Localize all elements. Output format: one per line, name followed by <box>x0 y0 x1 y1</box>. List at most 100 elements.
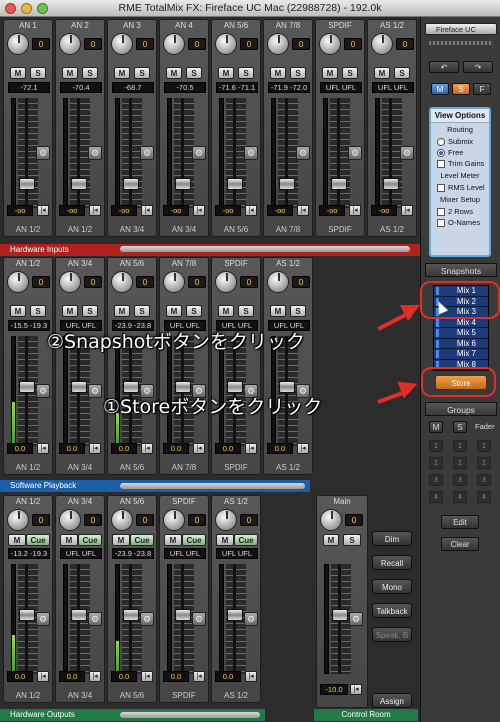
redo-button[interactable]: ↷ <box>463 61 493 73</box>
group-slot[interactable]: 4 <box>453 491 467 503</box>
gain-knob[interactable] <box>163 33 185 55</box>
skip-icon[interactable]: |◂ <box>193 671 205 682</box>
gain-knob[interactable] <box>59 271 81 293</box>
msf-f-button[interactable]: F <box>473 83 491 95</box>
skip-icon[interactable]: |◂ <box>37 671 49 682</box>
main-fader-handle[interactable] <box>332 609 348 621</box>
main-skip-icon[interactable]: |◂ <box>350 684 362 695</box>
gain-value[interactable]: 0 <box>240 514 258 526</box>
solo-button[interactable]: S <box>290 67 306 79</box>
control-room-button[interactable]: Recall <box>372 555 412 570</box>
snapshot-item[interactable]: Mix 7 <box>434 349 488 360</box>
mute-button[interactable]: M <box>114 67 130 79</box>
fader-handle[interactable] <box>71 609 87 621</box>
gain-knob[interactable] <box>59 33 81 55</box>
solo-button[interactable]: S <box>238 67 254 79</box>
group-slot[interactable]: 4 <box>429 491 443 503</box>
settings-icon[interactable]: ⚙ <box>36 612 50 626</box>
solo-button[interactable]: S <box>186 67 202 79</box>
snapshots-header[interactable]: Snapshots <box>425 263 497 277</box>
gain-value[interactable]: 0 <box>292 276 310 288</box>
mute-button[interactable]: M <box>270 67 286 79</box>
fader-handle[interactable] <box>123 609 139 621</box>
mute-button[interactable]: M <box>218 67 234 79</box>
mute-button[interactable]: M <box>10 305 26 317</box>
solo-button[interactable]: S <box>134 305 150 317</box>
settings-icon[interactable]: ⚙ <box>140 146 154 160</box>
gain-value[interactable]: 0 <box>292 38 310 50</box>
gain-knob[interactable] <box>215 509 237 531</box>
fader-handle[interactable] <box>279 178 295 190</box>
gain-value[interactable]: 0 <box>136 276 154 288</box>
mute-button[interactable]: M <box>164 534 182 546</box>
skip-icon[interactable]: |◂ <box>89 205 101 216</box>
mute-button[interactable]: M <box>374 67 390 79</box>
submix-option[interactable]: Submix <box>431 136 489 147</box>
mute-button[interactable]: M <box>112 534 130 546</box>
gain-value[interactable]: 0 <box>136 514 154 526</box>
main-gain-value[interactable]: 0 <box>345 514 363 526</box>
skip-icon[interactable]: |◂ <box>141 205 153 216</box>
skip-icon[interactable]: |◂ <box>89 671 101 682</box>
skip-icon[interactable]: |◂ <box>245 205 257 216</box>
skip-icon[interactable]: |◂ <box>141 671 153 682</box>
solo-button[interactable]: S <box>290 305 306 317</box>
group-slot[interactable]: 3 <box>453 474 467 486</box>
snapshot-item[interactable]: Mix 6 <box>434 338 488 349</box>
gain-value[interactable]: 0 <box>240 38 258 50</box>
cue-button[interactable]: Cue <box>130 534 154 546</box>
fader-handle[interactable] <box>175 178 191 190</box>
skip-icon[interactable]: |◂ <box>297 443 309 454</box>
group-slot[interactable]: 2 <box>453 457 467 469</box>
mute-button[interactable]: M <box>322 67 338 79</box>
solo-button[interactable]: S <box>238 305 254 317</box>
fader-handle[interactable] <box>19 178 35 190</box>
trim-gains-option[interactable]: Trim Gains <box>431 158 489 169</box>
cue-button[interactable]: Cue <box>26 534 50 546</box>
solo-button[interactable]: S <box>186 305 202 317</box>
mute-button[interactable]: M <box>62 67 78 79</box>
mute-button[interactable]: M <box>166 305 182 317</box>
main-volume-knob[interactable] <box>320 509 342 531</box>
gain-knob[interactable] <box>319 33 341 55</box>
skip-icon[interactable]: |◂ <box>401 205 413 216</box>
gain-knob[interactable] <box>163 271 185 293</box>
skip-icon[interactable]: |◂ <box>193 443 205 454</box>
gain-value[interactable]: 0 <box>32 38 50 50</box>
mute-button[interactable]: M <box>270 305 286 317</box>
fader-handle[interactable] <box>71 178 87 190</box>
control-room-button[interactable]: Mono <box>372 579 412 594</box>
gain-knob[interactable] <box>7 509 29 531</box>
gain-value[interactable]: 0 <box>188 514 206 526</box>
gain-knob[interactable] <box>371 33 393 55</box>
group-slot[interactable]: 3 <box>429 474 443 486</box>
main-settings-icon[interactable]: ⚙ <box>349 612 363 626</box>
control-room-button[interactable]: Assign <box>372 693 412 708</box>
gain-value[interactable]: 0 <box>188 38 206 50</box>
fader-handle[interactable] <box>71 381 87 393</box>
device-select[interactable]: Fireface UC <box>425 23 497 35</box>
groups-edit-button[interactable]: Edit <box>441 515 479 529</box>
settings-icon[interactable]: ⚙ <box>244 146 258 160</box>
group-slot[interactable]: 2 <box>477 457 491 469</box>
msf-m-button[interactable]: M <box>431 83 449 95</box>
onames-option[interactable]: O-Names <box>431 217 489 228</box>
gain-knob[interactable] <box>111 33 133 55</box>
mute-button[interactable]: M <box>62 305 78 317</box>
inputs-scrollbar[interactable] <box>120 246 410 252</box>
settings-icon[interactable]: ⚙ <box>36 384 50 398</box>
settings-icon[interactable]: ⚙ <box>244 612 258 626</box>
skip-icon[interactable]: |◂ <box>245 671 257 682</box>
gain-value[interactable]: 0 <box>136 38 154 50</box>
gain-knob[interactable] <box>267 33 289 55</box>
msf-s-button[interactable]: S <box>452 83 470 95</box>
two-rows-option[interactable]: 2 Rows <box>431 206 489 217</box>
main-mute-button[interactable]: M <box>323 534 339 546</box>
gain-value[interactable]: 0 <box>32 276 50 288</box>
main-solo-button[interactable]: S <box>343 534 361 546</box>
settings-icon[interactable]: ⚙ <box>192 612 206 626</box>
settings-icon[interactable]: ⚙ <box>348 146 362 160</box>
skip-icon[interactable]: |◂ <box>193 205 205 216</box>
settings-icon[interactable]: ⚙ <box>140 612 154 626</box>
gain-knob[interactable] <box>59 509 81 531</box>
